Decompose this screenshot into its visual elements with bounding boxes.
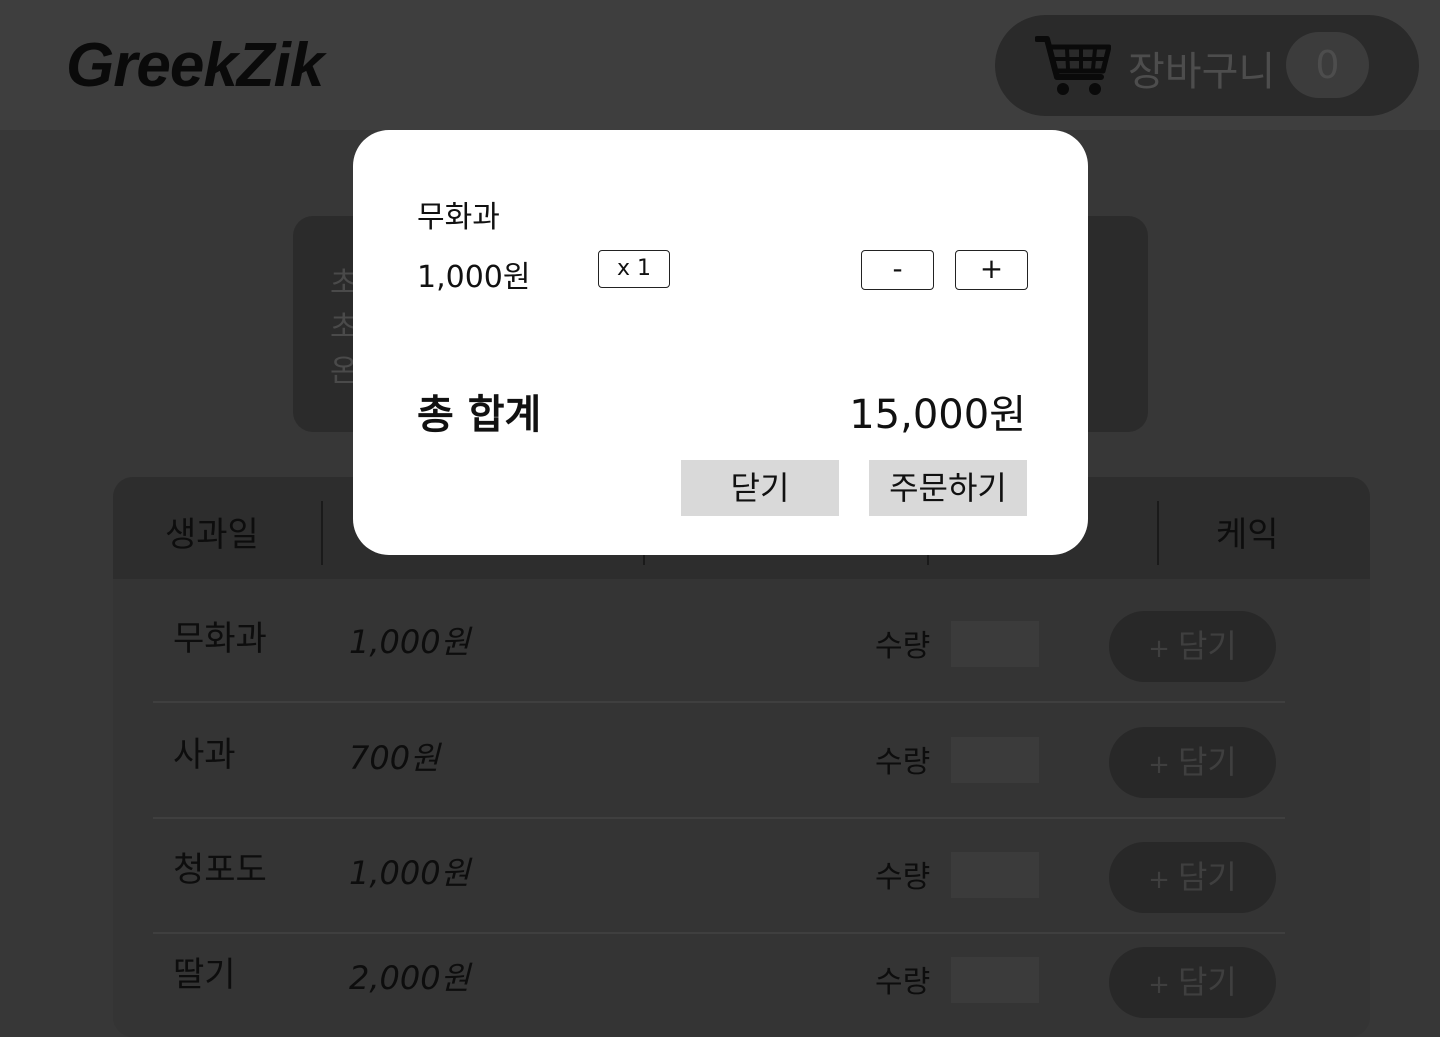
add-label: 담기 <box>1177 963 1237 1001</box>
product-name: 청포도 <box>173 850 267 890</box>
product-row: 사과 700원 수량 + 담기 <box>153 695 1285 811</box>
product-name: 딸기 <box>173 955 236 995</box>
decrease-quantity-button[interactable]: - <box>861 250 934 290</box>
add-to-cart-button[interactable]: + 담기 <box>1109 611 1276 682</box>
close-button[interactable]: 닫기 <box>681 460 839 516</box>
cart-count-badge: 0 <box>1286 32 1369 98</box>
quantity-label: 수량 <box>875 745 931 780</box>
tab-divider <box>321 501 323 565</box>
total-label: 총 합계 <box>417 392 542 438</box>
product-price: 1,000원 <box>349 854 471 892</box>
logo[interactable]: GreekZik <box>66 30 324 101</box>
tab-fresh-fruit[interactable]: 생과일 <box>165 507 259 556</box>
product-table: 생과일 케익 무화과 1,000원 수량 + 담기 사과 700원 수량 + 담기 … <box>113 477 1370 1037</box>
cart-label: 장바구니 <box>1128 49 1276 95</box>
increase-quantity-button[interactable]: + <box>955 250 1028 290</box>
add-to-cart-button[interactable]: + 담기 <box>1109 727 1276 798</box>
quantity-input[interactable] <box>951 737 1039 783</box>
header: GreekZik 장바구니 0 <box>0 0 1440 130</box>
product-row: 딸기 2,000원 수량 + 담기 <box>153 915 1285 1031</box>
plus-icon: + <box>1148 970 1170 1000</box>
cart-modal: 무화과 1,000원 x 1 - + 총 합계 15,000원 닫기 주문하기 <box>353 130 1088 555</box>
product-price: 700원 <box>349 739 440 777</box>
add-label: 담기 <box>1177 743 1237 781</box>
quantity-label: 수량 <box>875 860 931 895</box>
cart-icon <box>1035 36 1111 95</box>
cart-item-quantity-badge: x 1 <box>598 250 670 288</box>
add-label: 담기 <box>1177 627 1237 665</box>
quantity-label: 수량 <box>875 629 931 664</box>
tab-divider <box>1157 501 1159 565</box>
plus-icon: + <box>1148 750 1170 780</box>
plus-icon: + <box>1148 865 1170 895</box>
add-label: 담기 <box>1177 858 1237 896</box>
add-to-cart-button[interactable]: + 담기 <box>1109 947 1276 1018</box>
order-button[interactable]: 주문하기 <box>869 460 1027 516</box>
cart-item-name: 무화과 <box>417 200 500 235</box>
plus-icon: + <box>1148 634 1170 664</box>
product-name: 무화과 <box>173 619 267 659</box>
tab-cake[interactable]: 케익 <box>1216 507 1279 556</box>
cart-button[interactable]: 장바구니 0 <box>995 15 1419 116</box>
product-row: 청포도 1,000원 수량 + 담기 <box>153 810 1285 926</box>
total-value: 15,000원 <box>849 392 1026 438</box>
quantity-input[interactable] <box>951 957 1039 1003</box>
quantity-input[interactable] <box>951 621 1039 667</box>
quantity-input[interactable] <box>951 852 1039 898</box>
product-price: 1,000원 <box>349 623 471 661</box>
product-name: 사과 <box>173 735 236 775</box>
quantity-label: 수량 <box>875 965 931 1000</box>
product-row: 무화과 1,000원 수량 + 담기 <box>153 579 1285 695</box>
cart-item-price: 1,000원 <box>417 260 531 295</box>
add-to-cart-button[interactable]: + 담기 <box>1109 842 1276 913</box>
product-price: 2,000원 <box>349 959 471 997</box>
